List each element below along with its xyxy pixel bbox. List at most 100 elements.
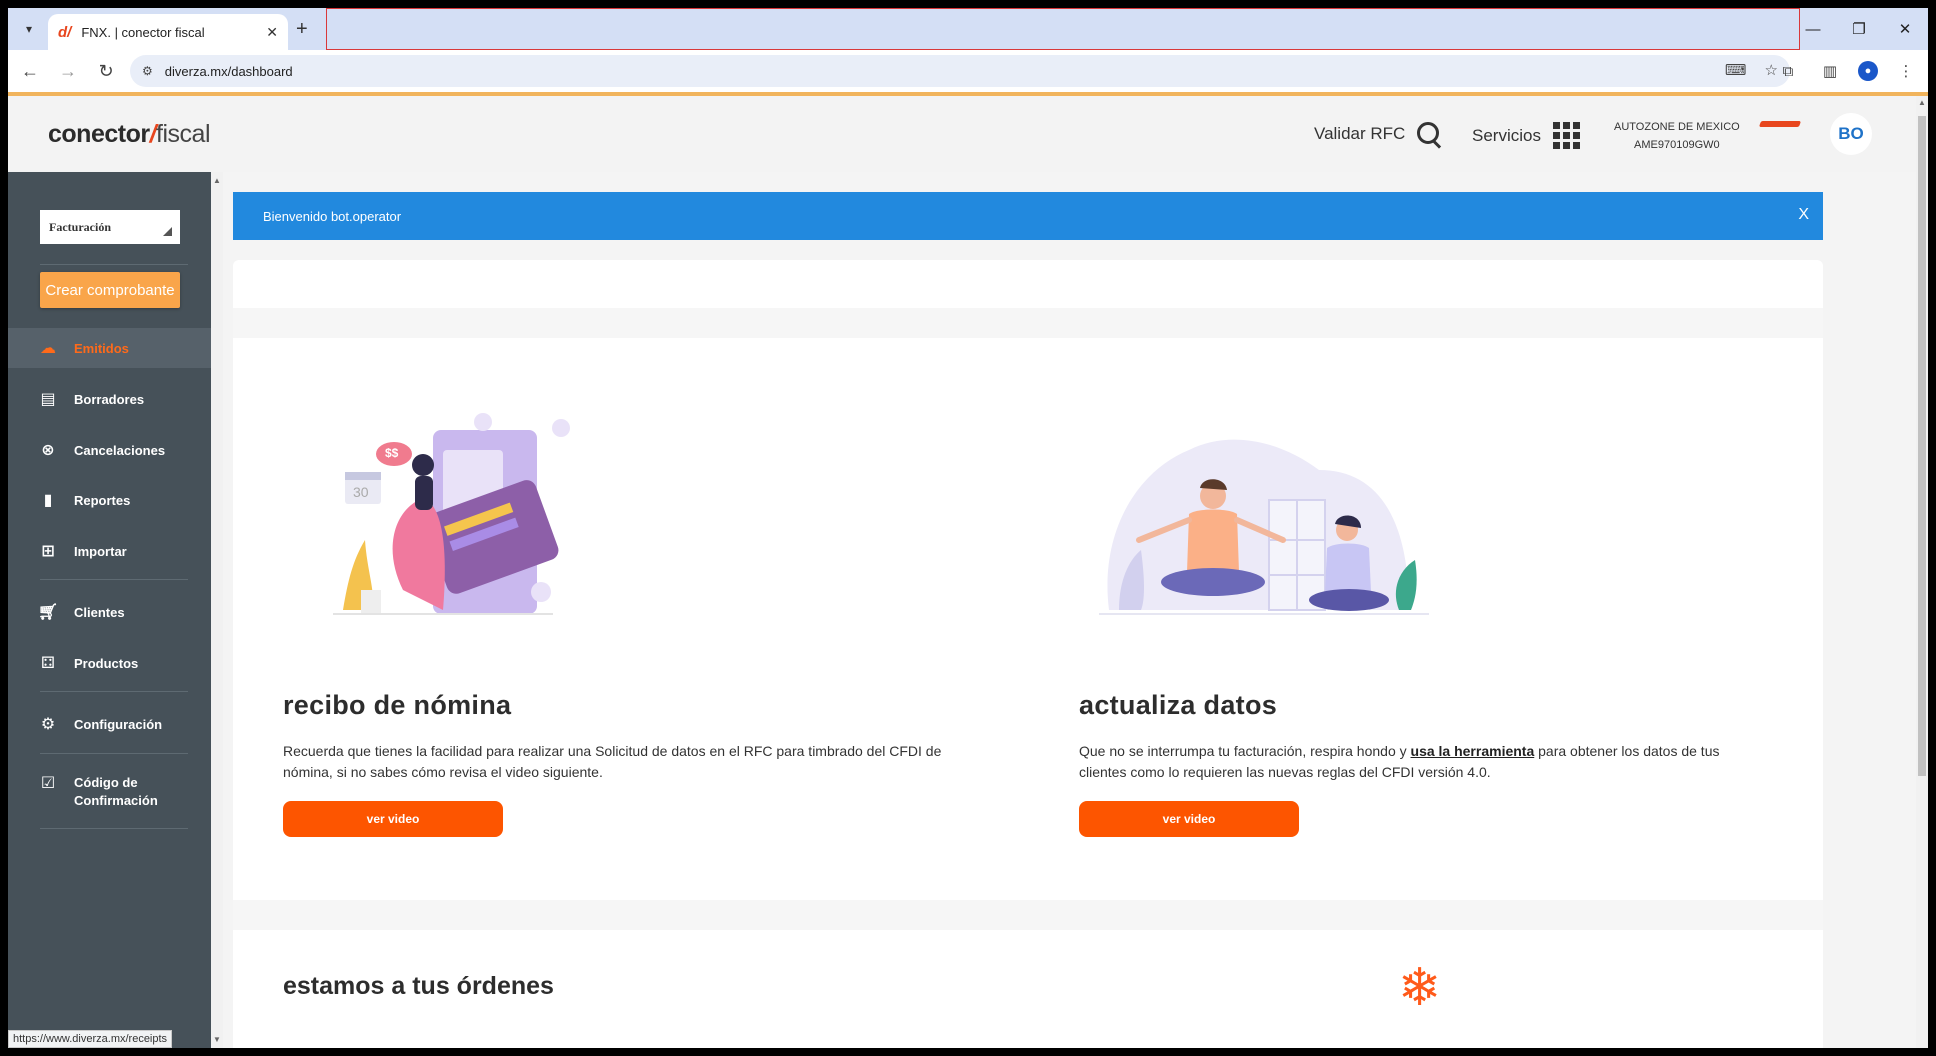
back-icon[interactable]: ← <box>14 55 46 87</box>
scroll-thumb[interactable] <box>1918 116 1926 776</box>
tab-title: FNX. | conector fiscal <box>81 24 205 40</box>
promo-nomina: $$ 30 recibo de nómina Recuerda que tien… <box>283 410 963 837</box>
nomina-text: Recuerda que tienes la facilidad para re… <box>283 743 942 780</box>
sidebar-item-emitidos[interactable]: ☁ Emitidos <box>8 328 211 368</box>
sidebar: Facturación Crear comprobante ☁ Emitidos… <box>8 172 211 1048</box>
validar-rfc-link[interactable]: Validar RFC <box>1314 122 1441 146</box>
welcome-banner: Bienvenido bot.operator X <box>233 192 1823 240</box>
gear-icon: ⚙ <box>40 716 56 733</box>
sidebar-item-label: Borradores <box>74 391 145 407</box>
app: conector/fiscal Validar RFC Servicios AU… <box>8 96 1916 1048</box>
status-bar-url: https://www.diverza.mx/receipts <box>8 1030 173 1048</box>
section-divider <box>233 900 1823 930</box>
sidebar-item-label: Productos <box>74 655 139 671</box>
cancel-circle-icon: ⊗ <box>41 442 55 459</box>
sidebar-item-productos[interactable]: ⚃ Productos <box>8 643 211 683</box>
actualiza-title: actualiza datos <box>1079 690 1278 720</box>
extensions-icon[interactable]: ⧉ <box>1774 55 1802 87</box>
servicios-menu[interactable]: Servicios <box>1472 122 1580 149</box>
sidebar-item-label: Cancelaciones <box>74 442 166 458</box>
site-favicon-icon: d/ <box>58 23 72 41</box>
app-header: conector/fiscal Validar RFC Servicios AU… <box>8 96 1916 172</box>
sidebar-item-label: Código de Confirmación <box>74 775 158 808</box>
divider <box>40 579 188 580</box>
contact-section: estamos a tus órdenes ❄ <box>283 950 1773 1048</box>
sidebar-item-reportes[interactable]: ▮ Reportes <box>8 480 211 520</box>
sidebar-item-importar[interactable]: ⊞ Importar <box>8 531 211 571</box>
sidebar-item-label: Reportes <box>74 492 131 508</box>
welcome-text: Bienvenido bot.operator <box>263 208 402 224</box>
validar-rfc-label: Validar RFC <box>1314 124 1406 143</box>
checkbox-icon: ☑ <box>40 775 56 792</box>
ver-video-nomina-button[interactable]: ver video <box>283 801 503 837</box>
translate-icon[interactable]: ⌨ <box>1725 61 1747 79</box>
sidebar-item-label: Configuración <box>74 716 163 732</box>
scroll-up-icon[interactable]: ▲ <box>1918 98 1926 107</box>
apps-grid-icon <box>1552 122 1580 149</box>
browser-menu-icon[interactable]: ⋮ <box>1892 55 1920 87</box>
new-tab-icon[interactable]: + <box>296 18 308 41</box>
nomina-title: recibo de nómina <box>283 690 512 720</box>
user-avatar[interactable]: BO <box>1830 113 1872 155</box>
servicios-label: Servicios <box>1472 125 1541 145</box>
promo-actualiza: actualiza datos Que no se interrumpa tu … <box>1079 410 1759 837</box>
reload-icon[interactable]: ↻ <box>90 55 122 87</box>
url-text: diverza.mx/dashboard <box>164 63 293 79</box>
sidebar-item-clientes[interactable]: 🛒︎ Clientes <box>8 592 211 632</box>
browser-toolbar: ← → ↻ ⚙ diverza.mx/dashboard ⌨ ☆ ⧉ ▥ ● ⋮ <box>8 50 1928 92</box>
contact-title: estamos a tus órdenes <box>283 972 554 1000</box>
meditation-illustration <box>1099 439 1429 615</box>
side-panel-icon[interactable]: ▥ <box>1816 55 1844 87</box>
sidebar-item-cancelaciones[interactable]: ⊗ Cancelaciones <box>8 430 211 470</box>
page-scrollbar[interactable]: ▲ <box>1916 96 1928 1048</box>
nomina-illustration: $$ 30 <box>283 410 963 650</box>
scroll-up-icon[interactable]: ▲ <box>213 176 221 185</box>
sidebar-item-codigo-confirmacion[interactable]: ☑ Código de Confirmación <box>8 768 211 822</box>
sidebar-item-label: Importar <box>74 543 127 559</box>
import-icon: ⊞ <box>41 543 55 560</box>
close-window-icon[interactable]: ✕ <box>1882 8 1928 50</box>
forward-icon[interactable]: → <box>52 55 84 87</box>
boxes-icon: ⚃ <box>41 655 55 672</box>
select-caret-icon <box>163 227 172 236</box>
app-logo[interactable]: conector/fiscal <box>48 120 211 149</box>
company-info[interactable]: AUTOZONE DE MEXICO AME970109GW0 <box>1614 118 1740 154</box>
address-bar[interactable]: ⚙ diverza.mx/dashboard ⌨ ☆ <box>130 55 1790 87</box>
tab-strip-drag-region <box>326 8 1800 50</box>
restore-icon[interactable]: ❐ <box>1836 8 1882 50</box>
profile-avatar-icon[interactable]: ● <box>1858 61 1878 81</box>
create-invoice-button[interactable]: Crear comprobante <box>40 272 180 308</box>
browser-tab[interactable]: d/ FNX. | conector fiscal ✕ <box>48 14 288 50</box>
sidebar-item-borradores[interactable]: ▤ Borradores <box>8 379 211 419</box>
company-rfc: AME970109GW0 <box>1634 139 1720 151</box>
module-select-value: Facturación <box>49 219 111 234</box>
minimize-icon[interactable]: — <box>1790 8 1836 50</box>
tab-search-chevron-icon[interactable]: ▾ <box>16 16 42 42</box>
actualiza-text: Que no se interrumpa tu facturación, res… <box>1079 743 1720 780</box>
actualiza-illustration <box>1079 410 1759 650</box>
scroll-down-icon[interactable]: ▼ <box>213 1035 221 1044</box>
tab-strip: ▾ d/ FNX. | conector fiscal ✕ + — ❐ ✕ <box>8 8 1928 50</box>
browser-window: ▾ d/ FNX. | conector fiscal ✕ + — ❐ ✕ ← … <box>8 8 1928 1048</box>
company-logo-icon <box>1758 121 1802 127</box>
snowflake-icon: ❄ <box>1398 959 1442 1017</box>
company-name: AUTOZONE DE MEXICO <box>1614 121 1740 133</box>
inner-scrollbar[interactable]: ▲ ▼ <box>211 172 223 1048</box>
site-info-icon[interactable]: ⚙ <box>142 64 153 78</box>
usa-la-herramienta-link[interactable]: usa la herramienta <box>1411 743 1535 759</box>
ver-video-actualiza-button[interactable]: ver video <box>1079 801 1299 837</box>
divider <box>40 753 188 754</box>
divider <box>40 828 188 829</box>
sidebar-item-label: Clientes <box>74 604 125 620</box>
divider <box>40 264 188 265</box>
clipboard-icon: ▤ <box>40 391 56 408</box>
divider <box>40 691 188 692</box>
sidebar-item-configuracion[interactable]: ⚙ Configuración <box>8 704 211 744</box>
cloud-upload-icon: ☁ <box>40 340 56 357</box>
money-bubble-label: $$ <box>385 446 399 460</box>
close-banner-icon[interactable]: X <box>1798 206 1809 224</box>
cart-icon: 🛒︎ <box>37 604 59 621</box>
tab-close-icon[interactable]: ✕ <box>266 24 278 41</box>
module-select[interactable]: Facturación <box>40 210 180 244</box>
sidebar-item-label: Emitidos <box>74 340 129 356</box>
